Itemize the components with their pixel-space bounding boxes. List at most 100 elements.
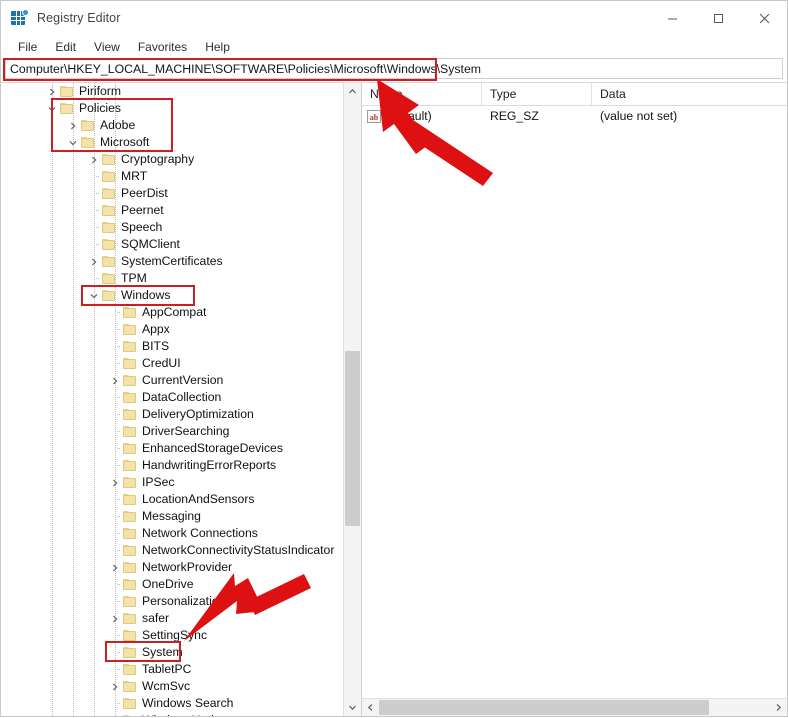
registry-tree[interactable]: Piriform Policies Adobe Microsoft Cryptograp… [1, 83, 343, 716]
tree-item-label: EnhancedStorageDevices [142, 441, 283, 455]
tree-item-peernet[interactable]: Peernet [86, 202, 164, 219]
tree-item-windows[interactable]: Windows [86, 287, 170, 304]
close-button[interactable] [741, 1, 787, 35]
tree-item-mrt[interactable]: MRT [86, 168, 147, 185]
chevron-right-icon[interactable] [107, 610, 123, 627]
chevron-right-icon[interactable] [86, 151, 102, 168]
values-column-header: Name Type Data [362, 83, 787, 106]
tree-item-tpm[interactable]: TPM [86, 270, 147, 287]
tree-item-locationandsensors[interactable]: LocationAndSensors [107, 491, 254, 508]
values-horizontal-scrollbar[interactable] [362, 698, 787, 716]
menu-edit[interactable]: Edit [46, 38, 85, 56]
tree-leaf-connector [107, 423, 123, 440]
menu-help[interactable]: Help [196, 38, 239, 56]
values-scrollbar-thumb[interactable] [379, 700, 709, 715]
table-row[interactable]: ab (Default) REG_SZ (value not set) [362, 106, 787, 126]
folder-icon [102, 204, 116, 217]
tree-scrollbar-thumb[interactable] [345, 351, 360, 526]
tree-item-piriform[interactable]: Piriform [44, 83, 121, 100]
tree-leaf-connector [107, 321, 123, 338]
menu-file[interactable]: File [9, 38, 46, 56]
title-bar: Registry Editor [1, 1, 787, 35]
tree-leaf-connector [107, 457, 123, 474]
folder-icon [102, 170, 116, 183]
values-scrollbar-track[interactable] [379, 699, 770, 716]
tree-item-driversearching[interactable]: DriverSearching [107, 423, 229, 440]
minimize-button[interactable] [649, 1, 695, 35]
tree-item-label: AppCompat [142, 305, 207, 319]
chevron-right-icon[interactable] [107, 559, 123, 576]
chevron-right-icon[interactable] [107, 474, 123, 491]
folder-icon [123, 493, 137, 506]
tree-item-system[interactable]: System [107, 644, 183, 661]
tree-item-policies[interactable]: Policies [44, 100, 121, 117]
tree-item-label: Policies [79, 101, 121, 115]
tree-item-wcmsvc[interactable]: WcmSvc [107, 678, 190, 695]
address-bar-container: Computer\HKEY_LOCAL_MACHINE\SOFTWARE\Pol… [1, 58, 787, 82]
chevron-down-icon[interactable] [86, 287, 102, 304]
tree-item-deliveryoptimization[interactable]: DeliveryOptimization [107, 406, 254, 423]
tree-item-sqmclient[interactable]: SQMClient [86, 236, 180, 253]
tree-item-windowsupdate[interactable]: WindowsUpdate [107, 712, 231, 716]
chevron-right-icon[interactable] [65, 117, 81, 134]
tree-item-cryptography[interactable]: Cryptography [86, 151, 194, 168]
folder-icon [123, 306, 137, 319]
tree-item-safer[interactable]: safer [107, 610, 169, 627]
column-header-name[interactable]: Name [362, 83, 482, 105]
tree-item-label: Microsoft [100, 135, 150, 149]
chevron-right-icon[interactable] [107, 372, 123, 389]
tree-item-peerdist[interactable]: PeerDist [86, 185, 168, 202]
folder-icon [123, 374, 137, 387]
tree-item-enhancedstoragedevices[interactable]: EnhancedStorageDevices [107, 440, 283, 457]
tree-item-windows-search[interactable]: Windows Search [107, 695, 233, 712]
tree-leaf-connector [107, 627, 123, 644]
menu-favorites[interactable]: Favorites [129, 38, 196, 56]
address-bar[interactable]: Computer\HKEY_LOCAL_MACHINE\SOFTWARE\Pol… [5, 58, 783, 79]
folder-icon [102, 272, 116, 285]
tree-item-bits[interactable]: BITS [107, 338, 169, 355]
tree-item-personalization[interactable]: Personalization [107, 593, 225, 610]
tree-item-network-connections[interactable]: Network Connections [107, 525, 258, 542]
tree-item-onedrive[interactable]: OneDrive [107, 576, 193, 593]
tree-leaf-connector [86, 270, 102, 287]
tree-item-systemcertificates[interactable]: SystemCertificates [86, 253, 223, 270]
tree-item-networkconnectivitystatusindicator[interactable]: NetworkConnectivityStatusIndicator [107, 542, 334, 559]
chevron-down-icon[interactable] [65, 134, 81, 151]
chevron-right-icon[interactable] [86, 253, 102, 270]
tree-item-credui[interactable]: CredUI [107, 355, 181, 372]
tree-item-label: WindowsUpdate [142, 712, 231, 716]
scroll-left-icon[interactable] [362, 699, 379, 716]
tree-item-adobe[interactable]: Adobe [65, 117, 135, 134]
scroll-down-icon[interactable] [344, 699, 361, 716]
scroll-right-icon[interactable] [770, 699, 787, 716]
tree-leaf-connector [107, 304, 123, 321]
chevron-right-icon[interactable] [107, 712, 123, 716]
tree-item-currentversion[interactable]: CurrentVersion [107, 372, 223, 389]
tree-item-appx[interactable]: Appx [107, 321, 170, 338]
tree-item-label: IPSec [142, 475, 175, 489]
tree-item-messaging[interactable]: Messaging [107, 508, 201, 525]
chevron-right-icon[interactable] [107, 678, 123, 695]
tree-item-microsoft[interactable]: Microsoft [65, 134, 149, 151]
column-header-type[interactable]: Type [482, 83, 592, 105]
menu-view[interactable]: View [85, 38, 129, 56]
column-header-data[interactable]: Data [592, 83, 787, 105]
content-area: Piriform Policies Adobe Microsoft Cryptograp… [1, 82, 787, 716]
scroll-up-icon[interactable] [344, 83, 361, 100]
folder-icon [123, 646, 137, 659]
tree-item-label: TPM [121, 271, 147, 285]
tree-item-appcompat[interactable]: AppCompat [107, 304, 206, 321]
tree-item-ipsec[interactable]: IPSec [107, 474, 175, 491]
tree-vertical-scrollbar[interactable] [343, 83, 361, 716]
tree-item-settingsync[interactable]: SettingSync [107, 627, 207, 644]
tree-item-speech[interactable]: Speech [86, 219, 162, 236]
tree-item-networkprovider[interactable]: NetworkProvider [107, 559, 232, 576]
tree-item-handwritingerrorreports[interactable]: HandwritingErrorReports [107, 457, 276, 474]
tree-item-datacollection[interactable]: DataCollection [107, 389, 221, 406]
folder-icon [123, 391, 137, 404]
chevron-right-icon[interactable] [44, 83, 60, 100]
chevron-down-icon[interactable] [44, 100, 60, 117]
tree-item-tabletpc[interactable]: TabletPC [107, 661, 191, 678]
maximize-button[interactable] [695, 1, 741, 35]
folder-icon [123, 578, 137, 591]
